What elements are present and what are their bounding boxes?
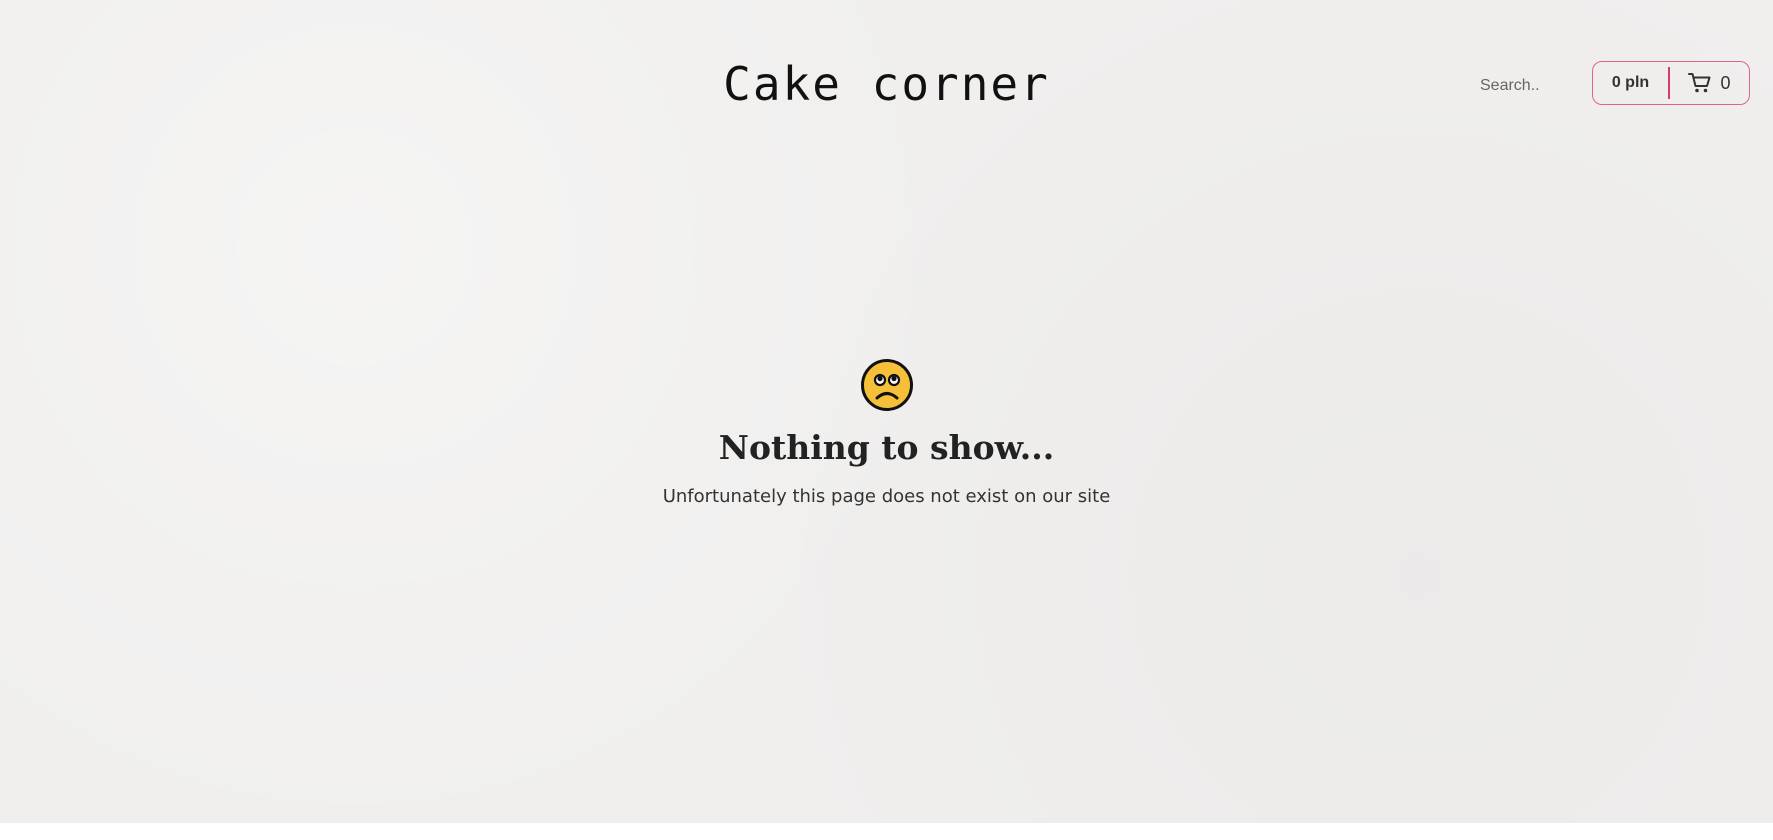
empty-state: Nothing to show... Unfortunately this pa… bbox=[0, 358, 1773, 509]
shopping-cart-icon bbox=[1688, 72, 1712, 94]
cart-widget: 0 pln 0 bbox=[1592, 61, 1750, 105]
cart-count: 0 bbox=[1720, 72, 1731, 93]
site-header: Cake corner 0 pln 0 bbox=[0, 0, 1773, 170]
cart-button[interactable]: 0 bbox=[1670, 62, 1749, 104]
cart-total: 0 pln bbox=[1611, 74, 1650, 91]
search-input[interactable] bbox=[1470, 70, 1600, 102]
empty-state-heading: Nothing to show... bbox=[718, 428, 1055, 467]
sad-face-icon bbox=[860, 358, 914, 412]
empty-state-message: Unfortunately this page does not exist o… bbox=[662, 486, 1111, 507]
